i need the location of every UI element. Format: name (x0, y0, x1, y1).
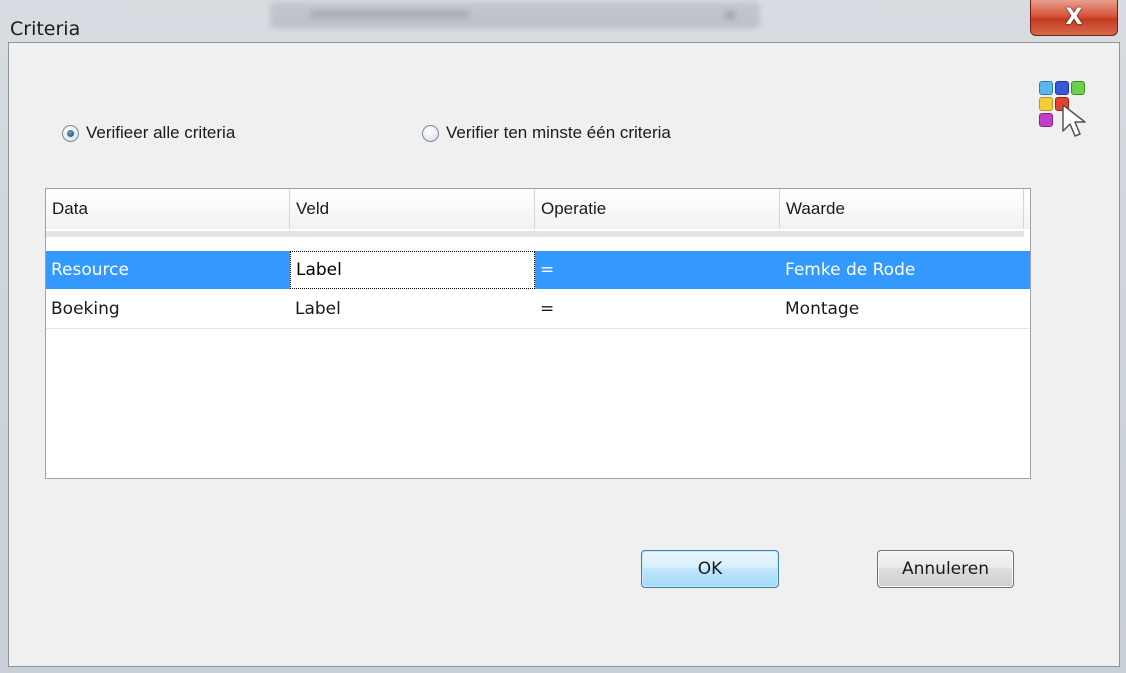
header-separator (46, 231, 1024, 237)
cell-waarde: Femke de Rode (785, 260, 916, 280)
cell-data: Resource (51, 260, 129, 280)
radio-verify-any-label: Verifier ten minste één criteria (446, 123, 671, 142)
color-grid-cursor-icon[interactable] (1039, 81, 1099, 141)
column-header-data[interactable]: Data (46, 189, 290, 229)
radio-verify-any[interactable]: Verifier ten minste één criteria (422, 123, 671, 143)
cell-operatie: = (540, 260, 555, 280)
radio-unchecked-icon[interactable] (422, 124, 439, 142)
window-title: Criteria (10, 18, 81, 40)
cell-veld-editor[interactable]: Label (290, 251, 535, 289)
radio-verify-all[interactable]: Verifieer alle criteria (62, 123, 235, 143)
cell-waarde: Montage (785, 299, 860, 319)
column-header-veld[interactable]: Veld (290, 189, 535, 229)
table-row[interactable]: Boeking Label = Montage (46, 290, 1030, 329)
column-header-operatie[interactable]: Operatie (535, 189, 780, 229)
blurred-background-titlebar (270, 2, 760, 28)
window-frame: Criteria X Verifieer alle criteria Verif… (0, 0, 1126, 673)
radio-verify-all-label: Verifieer alle criteria (86, 123, 236, 142)
ok-button[interactable]: OK (641, 550, 779, 588)
cell-operatie: = (540, 299, 555, 319)
dialog-client-area: Verifieer alle criteria Verifier ten min… (8, 42, 1120, 667)
close-icon: X (1065, 5, 1083, 30)
grid-header: Data Veld Operatie Waarde (46, 189, 1030, 229)
cell-data: Boeking (51, 299, 120, 319)
table-row[interactable]: Resource Label = Femke de Rode (46, 251, 1030, 289)
radio-checked-icon[interactable] (62, 124, 79, 142)
column-header-waarde[interactable]: Waarde (780, 189, 1024, 229)
cell-veld: Label (295, 299, 341, 319)
cancel-button[interactable]: Annuleren (877, 550, 1014, 588)
close-button[interactable]: X (1030, 0, 1118, 36)
criteria-grid[interactable]: Data Veld Operatie Waarde Resource Label… (45, 188, 1031, 479)
